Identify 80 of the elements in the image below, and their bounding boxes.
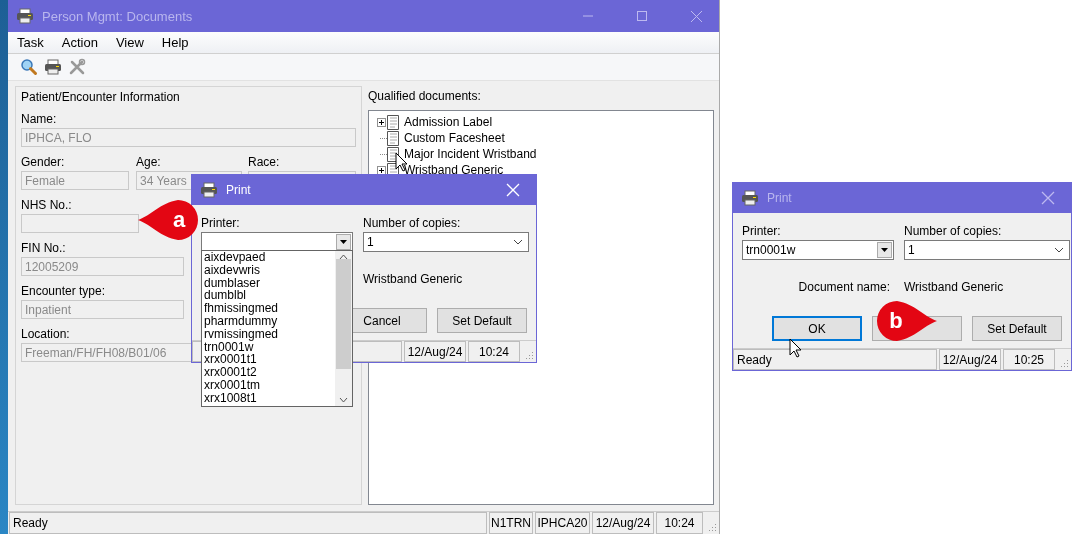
- callout-label: a: [138, 199, 200, 241]
- status-text: 12/Aug/24: [404, 341, 466, 362]
- tree-item[interactable]: Admission Label: [375, 114, 713, 130]
- dropdown-option[interactable]: pharmdummy: [204, 315, 335, 328]
- menu-item[interactable]: Action: [52, 35, 107, 50]
- app-icon: [16, 8, 34, 24]
- text-field[interactable]: [21, 214, 139, 233]
- dialog-button[interactable]: Set Default: [437, 308, 527, 333]
- chevron-down-icon[interactable]: [339, 397, 348, 403]
- callout-label: b: [875, 300, 937, 342]
- cursor-icon: [789, 338, 802, 358]
- dropdown-option[interactable]: dumblbl: [204, 289, 335, 303]
- field-label: Name:: [21, 112, 57, 126]
- field-label: Age:: [136, 155, 161, 169]
- caret-icon: [881, 248, 888, 252]
- printer-icon[interactable]: [44, 59, 62, 75]
- search-icon[interactable]: [20, 58, 38, 76]
- chevron-up-icon[interactable]: [339, 254, 348, 260]
- field-label: FIN No.:: [21, 241, 66, 255]
- tools-icon[interactable]: [68, 58, 86, 76]
- copies-select[interactable]: 1: [904, 240, 1070, 260]
- dropdown-option[interactable]: aixdevwris: [204, 263, 335, 277]
- close-icon[interactable]: [1041, 191, 1055, 205]
- dropdown-option[interactable]: xrx0001tm: [204, 378, 335, 392]
- field-label: Location:: [21, 327, 70, 341]
- field-label: Printer:: [201, 216, 240, 230]
- resize-grip-icon[interactable]: [1059, 358, 1069, 368]
- close-icon[interactable]: [690, 10, 702, 22]
- maximize-icon[interactable]: [637, 11, 647, 21]
- dropdown-button[interactable]: [336, 234, 351, 250]
- printer-icon: [200, 182, 218, 198]
- status-text: N1TRN: [489, 512, 533, 534]
- dropdown-option[interactable]: xrx0001t2: [204, 366, 335, 379]
- dialog-button[interactable]: OK: [772, 316, 862, 341]
- dialog-title: Print: [767, 191, 793, 205]
- dropdown-option[interactable]: aixdevpaed: [204, 251, 335, 264]
- document-icon: [387, 130, 399, 146]
- chevron-icon: [1054, 247, 1064, 253]
- expand-icon[interactable]: [376, 117, 386, 127]
- status-text: 12/Aug/24: [592, 512, 654, 534]
- dropdown-option[interactable]: rvmissingmed: [204, 327, 335, 341]
- section-label: Qualified documents:: [368, 89, 481, 103]
- status-text: 10:24: [468, 341, 520, 362]
- printer-icon: [741, 190, 759, 206]
- field-label: Race:: [248, 155, 280, 169]
- status-text: 12/Aug/24: [939, 349, 1001, 370]
- resize-grip-icon[interactable]: [707, 522, 717, 532]
- menu-item[interactable]: Task: [8, 35, 53, 50]
- status-text: Ready: [9, 512, 487, 534]
- field-label: Document name:: [797, 280, 891, 296]
- resize-grip-icon[interactable]: [524, 350, 534, 360]
- copies-select[interactable]: 1: [363, 232, 529, 252]
- status-text: Ready: [733, 349, 937, 370]
- field-label: Gender:: [21, 155, 65, 169]
- field-label: NHS No.:: [21, 198, 72, 212]
- group-title: Patient/Encounter Information: [21, 90, 181, 104]
- document-name: Wristband Generic: [904, 280, 1005, 296]
- caret-icon: [340, 240, 347, 244]
- field-label: Number of copies:: [904, 224, 1002, 238]
- menu-item[interactable]: Help: [152, 35, 198, 50]
- dropdown-button[interactable]: [877, 242, 892, 258]
- dropdown-option[interactable]: fhmissingmed: [204, 302, 335, 315]
- document-name: Wristband Generic: [363, 272, 464, 288]
- status-text: 10:24: [656, 512, 703, 534]
- printer-select[interactable]: trn0001w: [742, 240, 894, 260]
- menu-item[interactable]: View: [106, 35, 153, 50]
- dropdown-option[interactable]: dumblaser: [204, 276, 335, 290]
- dropdown-option[interactable]: xrx1008t1: [204, 391, 335, 405]
- window-title: Person Mgmt: Documents: [42, 8, 194, 24]
- dialog-button[interactable]: Set Default: [972, 316, 1062, 341]
- printer-select[interactable]: [201, 232, 353, 252]
- document-icon: [387, 114, 399, 130]
- field-label: Printer:: [742, 224, 781, 238]
- tree-item[interactable]: Custom Facesheet: [375, 130, 713, 146]
- field-label: Number of copies:: [363, 216, 461, 230]
- status-text: 10:25: [1003, 349, 1055, 370]
- status-text: IPHCA20: [535, 512, 590, 534]
- field-label: Encounter type:: [21, 284, 106, 298]
- scrollbar[interactable]: [335, 251, 352, 406]
- chevron-icon: [513, 239, 523, 245]
